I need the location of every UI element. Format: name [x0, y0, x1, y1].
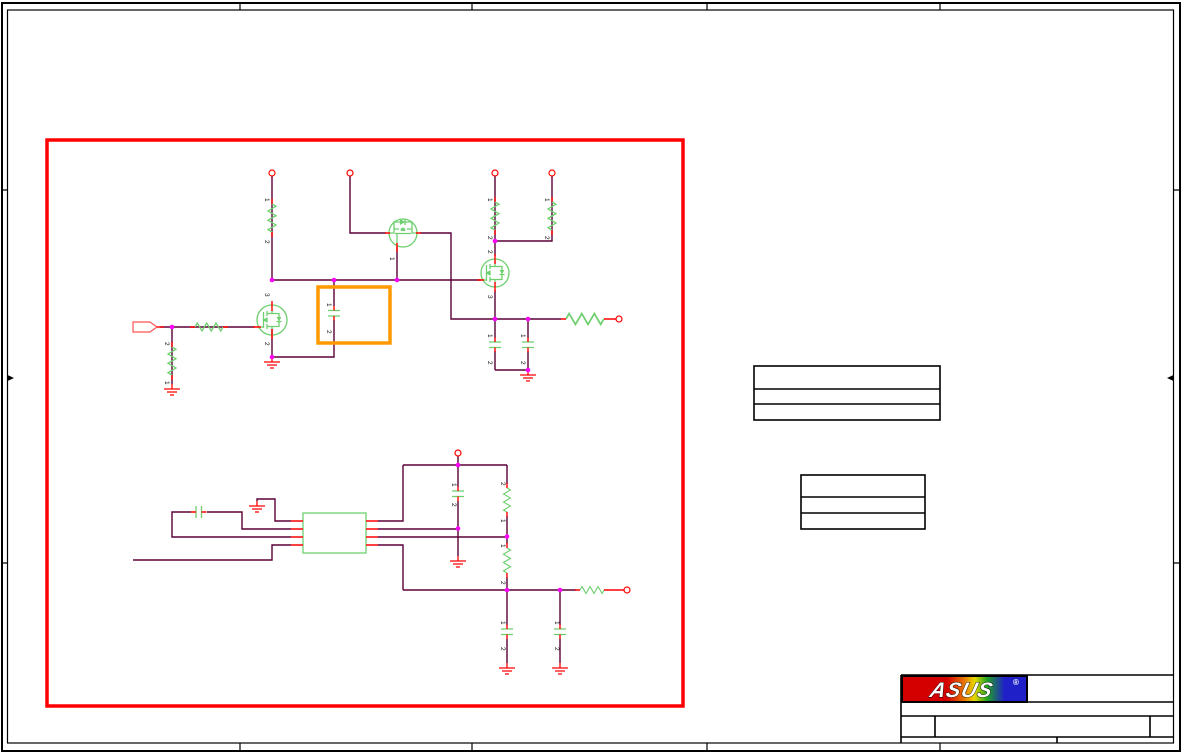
resistor — [167, 342, 177, 380]
input-port — [132, 321, 164, 333]
pin-number-label: 2 — [499, 482, 506, 486]
pin-number-label: 1 — [263, 198, 270, 202]
pin-number-label: 2 — [450, 503, 457, 507]
resistor — [575, 586, 624, 594]
capacitor — [328, 306, 340, 321]
pin-number-label: 2 — [325, 330, 332, 334]
mosfet — [253, 301, 288, 339]
resistor — [267, 199, 277, 237]
zone-ticks-bottom — [239, 743, 941, 751]
highlight-box — [316, 285, 392, 345]
brand-text: ASUS — [927, 678, 996, 702]
pin-number-label: 1 — [499, 544, 506, 548]
zone-ticks-top — [239, 3, 941, 10]
pin-number-label: 2 — [499, 581, 506, 585]
pin-number-label: 3 — [486, 295, 493, 299]
power-terminal — [491, 169, 499, 177]
selection-box — [45, 138, 685, 708]
junction-dots — [455, 462, 563, 593]
schematic-canvas: 1 2 3 2 2 1 1 2 1 1 2 1 2 2 3 1 2 1 2 1 2 2 1 1 2 1 2 1 2 ASUS ® — [1, 2, 1181, 752]
pin-number-label: 2 — [543, 236, 550, 240]
junction-dots — [169, 238, 531, 373]
pin-number-label: 1 — [388, 257, 395, 261]
ground-symbol — [552, 663, 568, 675]
output-terminal — [615, 315, 623, 323]
pin-number-label: 2 — [263, 342, 270, 346]
pin-number-label: 2 — [519, 361, 526, 365]
pin-number-label: 1 — [499, 519, 506, 523]
pin-number-label: 1 — [553, 621, 560, 625]
bottom-circuit — [133, 449, 631, 675]
pin-number-label: 2 — [486, 361, 493, 365]
pin-number-label: 1 — [450, 483, 457, 487]
capacitor — [452, 486, 464, 501]
resistor — [190, 322, 228, 332]
resistor — [502, 543, 512, 578]
output-terminal — [623, 586, 631, 594]
capacitor — [501, 624, 513, 639]
capacitor — [191, 506, 207, 518]
pin-number-label: 2 — [486, 236, 493, 240]
ic-block — [291, 512, 378, 554]
mosfet — [385, 218, 421, 252]
pin-number-label: 1 — [499, 621, 506, 625]
upper-note-table — [753, 365, 941, 421]
pin-number-label: 2 — [553, 647, 560, 651]
ground-symbol — [499, 663, 515, 675]
pin-number-label: 2 — [263, 240, 270, 244]
center-marker-left — [7, 375, 14, 381]
registered-mark: ® — [1013, 678, 1019, 687]
ground-symbol — [164, 384, 180, 396]
pin-number-label: 2 — [486, 250, 493, 254]
sheet-border — [1, 2, 1181, 752]
power-terminal — [346, 169, 354, 177]
lower-note-table — [800, 474, 926, 530]
outer-border — [1, 2, 1181, 752]
ic-pins — [291, 520, 378, 546]
inner-border — [6, 9, 1175, 744]
title-block: ASUS ® — [900, 674, 1174, 743]
power-terminal — [268, 169, 276, 177]
resistor — [561, 312, 616, 326]
pin-number-label: 1 — [325, 303, 332, 307]
ground-symbol — [450, 556, 466, 568]
pin-number-label: 1 — [486, 334, 493, 338]
top-circuit — [132, 169, 623, 396]
power-terminal — [454, 449, 462, 457]
center-marker-right — [1167, 375, 1174, 381]
capacitor — [554, 624, 566, 639]
power-terminal — [548, 169, 556, 177]
resistor — [547, 197, 557, 235]
pin-number-label: 2 — [499, 647, 506, 651]
pin-number-label: 1 — [519, 334, 526, 338]
ground-symbol — [249, 501, 265, 513]
resistor — [490, 197, 500, 235]
resistor — [503, 483, 511, 517]
pin-number-label: 3 — [263, 293, 270, 297]
capacitor — [489, 337, 501, 352]
pin-number-label: 2 — [163, 342, 170, 346]
schematic-sheet: 1 2 3 2 2 1 1 2 1 1 2 1 2 2 3 1 2 1 2 1 2 2 1 1 2 1 2 1 2 ASUS ® — [0, 0, 1182, 755]
asus-logo: ASUS ® — [901, 675, 1028, 703]
capacitor — [522, 337, 534, 352]
pin-number-label: 1 — [486, 198, 493, 202]
mosfet — [477, 254, 510, 292]
pin-number-label: 1 — [543, 198, 550, 202]
pin-number-label: 1 — [163, 381, 170, 385]
